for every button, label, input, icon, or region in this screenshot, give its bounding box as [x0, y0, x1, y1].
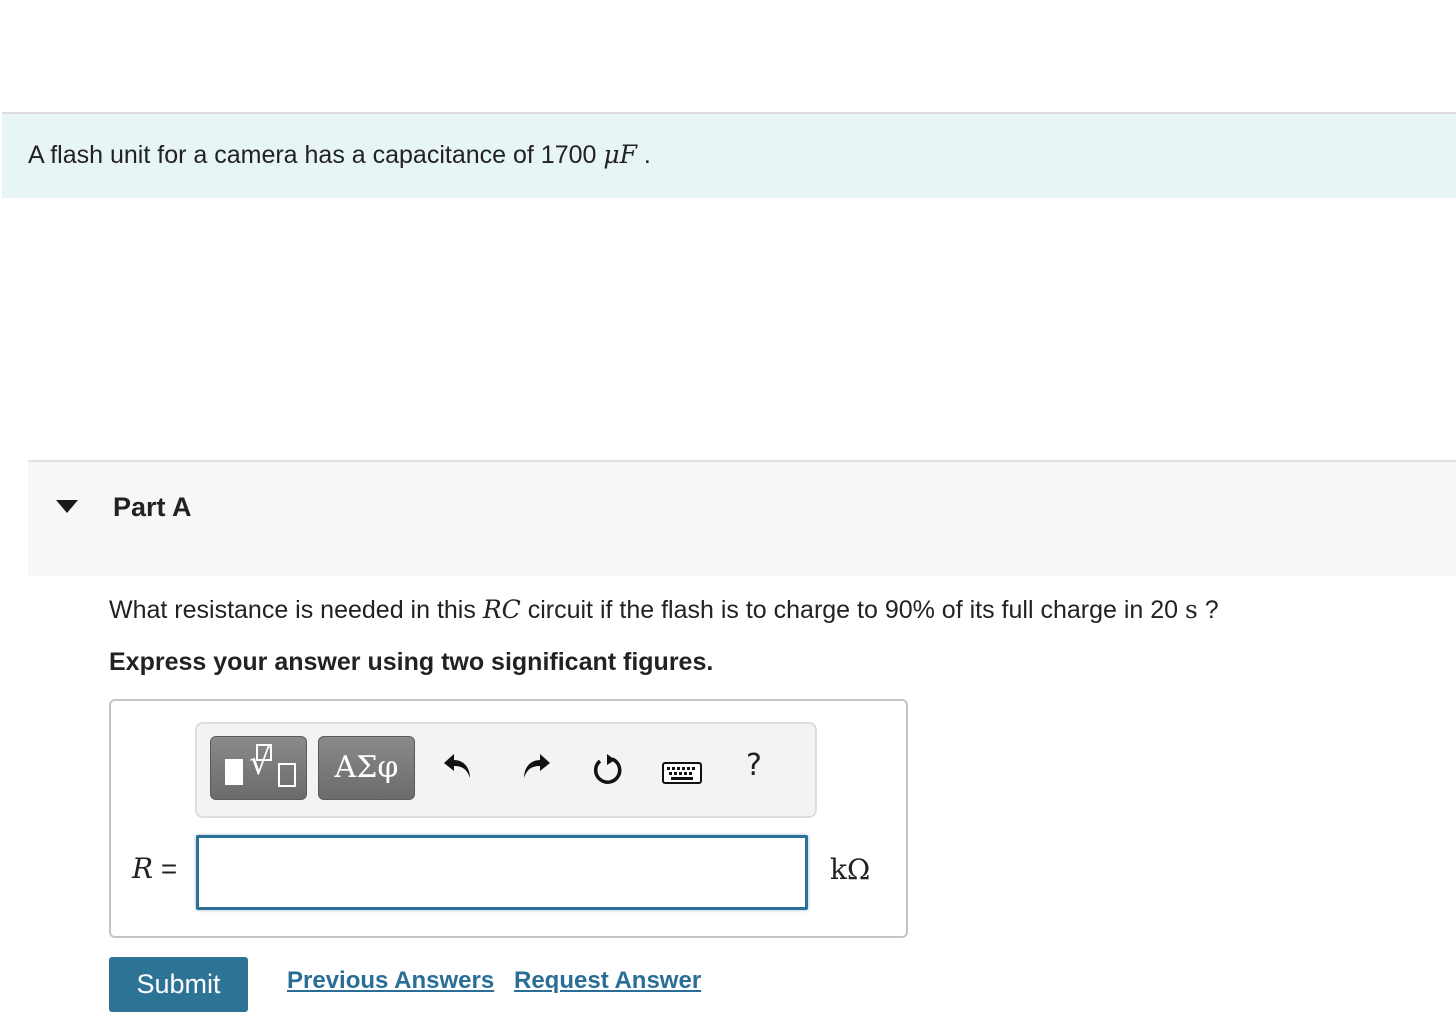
question-after: circuit if the flash is to charge to 90%… — [520, 596, 1185, 624]
question-math: RC — [482, 595, 521, 624]
template-box-icon — [256, 744, 272, 761]
symbols-button[interactable]: ΑΣφ — [318, 736, 415, 800]
question-unit: s — [1185, 595, 1198, 624]
intro-text-before: A flash unit for a camera has a capacita… — [28, 141, 604, 169]
help-icon[interactable]: ? — [746, 748, 762, 783]
equals-sign: = — [153, 853, 178, 884]
unit-label: kΩ — [830, 853, 871, 886]
intro-text-after: . — [636, 141, 651, 169]
request-answer-link[interactable]: Request Answer — [514, 967, 701, 995]
part-title[interactable]: Part A — [113, 492, 192, 523]
instruction-text: Express your answer using two significan… — [109, 648, 714, 676]
previous-answers-link[interactable]: Previous Answers — [287, 967, 494, 995]
answer-input[interactable] — [196, 835, 808, 910]
template-box-outline-icon — [278, 763, 296, 787]
part-header[interactable] — [28, 460, 1456, 576]
reset-icon[interactable] — [590, 752, 626, 793]
intro-unit: μF — [603, 140, 637, 169]
templates-button[interactable]: √ — [210, 736, 307, 800]
question-end: ? — [1197, 596, 1219, 624]
undo-icon[interactable] — [440, 748, 476, 789]
collapse-caret-icon[interactable] — [56, 500, 78, 513]
keyboard-icon[interactable] — [662, 762, 702, 789]
question-before: What resistance is needed in this — [109, 596, 483, 624]
submit-button[interactable]: Submit — [109, 957, 248, 1012]
variable-symbol: R — [132, 852, 154, 885]
problem-intro-text: A flash unit for a camera has a capacita… — [28, 140, 651, 170]
variable-label: R = — [132, 852, 177, 885]
templates-icon — [225, 759, 243, 785]
redo-icon[interactable] — [518, 748, 554, 789]
question-text: What resistance is needed in this RC cir… — [109, 595, 1219, 625]
